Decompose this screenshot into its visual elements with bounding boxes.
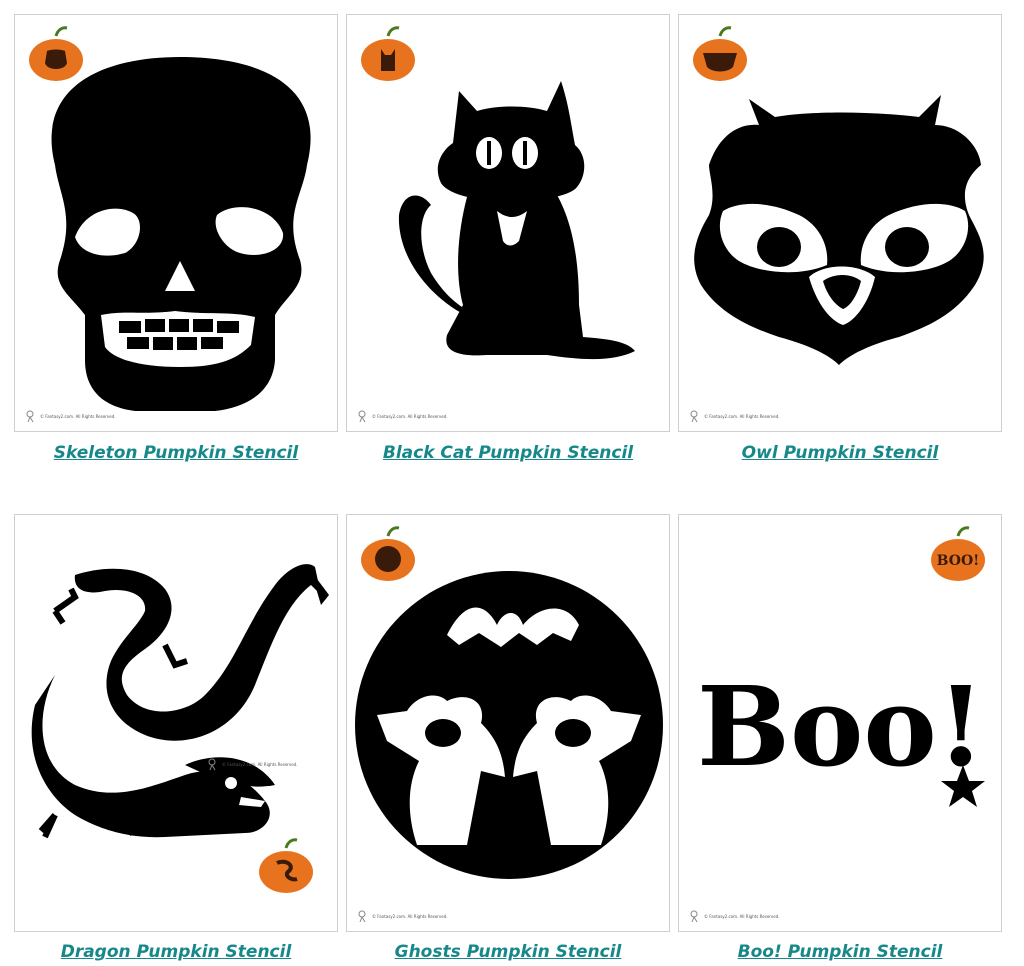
stencil-card-dragon[interactable]: © Fantasy2.com. All Rights Reserved. — [14, 514, 338, 932]
fairy-logo-icon — [358, 410, 366, 423]
credit-text: © Fantasy2.com. All Rights Reserved. — [222, 761, 298, 767]
owl-stencil-link[interactable]: Owl Pumpkin Stencil — [675, 443, 1005, 463]
credit-text: © Fantasy2.com. All Rights Reserved. — [704, 913, 780, 919]
pumpkin-icon — [259, 838, 313, 893]
stencil-card-black-cat[interactable]: © Fantasy2.com. All Rights Reserved. — [346, 14, 670, 432]
boo-text: Boo! — [697, 662, 985, 791]
fairy-logo-icon — [358, 910, 366, 923]
fairy-logo-icon — [26, 410, 34, 423]
fairy-logo-icon — [690, 910, 698, 923]
pumpkin-icon: BOO! — [931, 526, 985, 581]
pumpkin-icon — [29, 26, 83, 81]
black-cat-stencil-link[interactable]: Black Cat Pumpkin Stencil — [343, 443, 673, 463]
fairy-logo-icon — [690, 410, 698, 423]
credit-text: © Fantasy2.com. All Rights Reserved. — [372, 413, 448, 419]
copyright-credit: © Fantasy2.com. All Rights Reserved. — [25, 409, 116, 423]
copyright-credit: © Fantasy2.com. All Rights Reserved. — [357, 909, 448, 923]
credit-text: © Fantasy2.com. All Rights Reserved. — [40, 413, 116, 419]
pumpkin-icon — [361, 526, 415, 581]
boo-stencil-link[interactable]: Boo! Pumpkin Stencil — [675, 942, 1005, 962]
copyright-credit: © Fantasy2.com. All Rights Reserved. — [689, 909, 780, 923]
fairy-logo-icon — [208, 758, 216, 771]
stencil-card-ghosts[interactable]: © Fantasy2.com. All Rights Reserved. — [346, 514, 670, 932]
copyright-credit: © Fantasy2.com. All Rights Reserved. — [689, 409, 780, 423]
credit-text: © Fantasy2.com. All Rights Reserved. — [704, 413, 780, 419]
copyright-credit: © Fantasy2.com. All Rights Reserved. — [357, 409, 448, 423]
ghosts-stencil-link[interactable]: Ghosts Pumpkin Stencil — [343, 942, 673, 962]
dragon-stencil-link[interactable]: Dragon Pumpkin Stencil — [11, 942, 341, 962]
pumpkin-icon — [693, 26, 747, 81]
copyright-credit: © Fantasy2.com. All Rights Reserved. — [207, 757, 298, 771]
stencil-card-boo[interactable]: Boo! BOO! © Fantasy2.com. All Rights Res… — [678, 514, 1002, 932]
boo-pumpkin-text: BOO! — [937, 553, 980, 569]
skeleton-stencil-link[interactable]: Skeleton Pumpkin Stencil — [11, 443, 341, 463]
stencil-card-skeleton[interactable]: © Fantasy2.com. All Rights Reserved. — [14, 14, 338, 432]
pumpkin-icon — [361, 26, 415, 81]
credit-text: © Fantasy2.com. All Rights Reserved. — [372, 913, 448, 919]
stencil-card-owl[interactable]: © Fantasy2.com. All Rights Reserved. — [678, 14, 1002, 432]
